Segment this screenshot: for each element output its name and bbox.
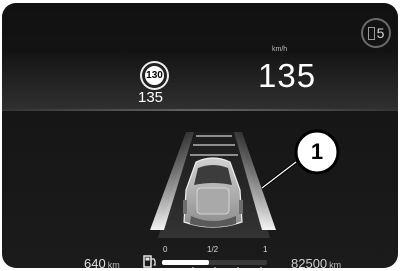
callout-number: 1	[310, 139, 324, 164]
lane-assist-scene	[150, 129, 340, 238]
